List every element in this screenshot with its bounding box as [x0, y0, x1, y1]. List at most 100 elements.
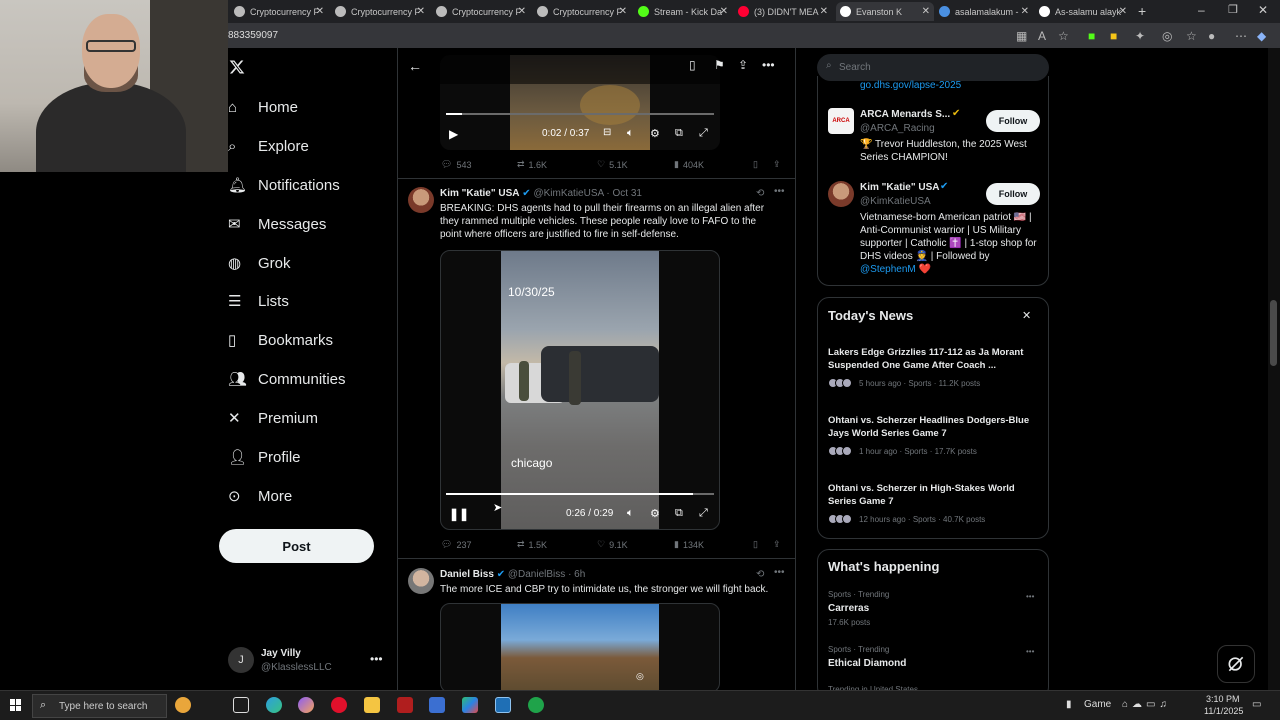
tweet2-like[interactable]: ♡ 9.1K — [597, 539, 628, 550]
follow-button-arca[interactable]: Follow — [986, 110, 1040, 132]
volume-icon[interactable]: 🔈︎ — [627, 507, 634, 520]
opera-icon[interactable] — [331, 697, 347, 713]
nav-item-notifications[interactable]: 🔔︎ Notifications — [228, 170, 340, 200]
read-aloud-icon[interactable]: A — [1038, 29, 1046, 43]
kimkatie-avatar[interactable] — [828, 181, 854, 207]
nav-item-grok[interactable]: ◍ Grok — [228, 248, 291, 278]
post-button[interactable]: Post — [219, 529, 374, 563]
captions-icon[interactable]: ⊟ — [603, 127, 611, 138]
nav-item-communities[interactable]: 👥︎ Communities — [228, 364, 346, 394]
favorites-icon[interactable]: ☆ — [1186, 29, 1197, 43]
taskbar-search-input[interactable]: Type here to search — [32, 694, 167, 718]
browser-tab[interactable]: (3) DIDN'T MEA ✕ — [734, 2, 832, 21]
tweet3-more-icon[interactable]: ••• — [774, 567, 785, 578]
report-flag-icon[interactable]: ⚑ — [714, 58, 725, 72]
video-settings-icon[interactable]: ⚙ — [650, 127, 660, 140]
fullscreen-icon[interactable]: ⤢ — [699, 127, 708, 140]
popout-icon[interactable]: ⧉ — [675, 507, 683, 520]
suggest2-bio-mention[interactable]: @StephenM — [860, 264, 916, 275]
tweet3-author[interactable]: Daniel Biss ✔ @DanielBiss · 6h — [440, 569, 585, 580]
grok-explain-icon[interactable]: ⟲ — [756, 569, 764, 580]
tweet3-handle[interactable]: @DanielBiss — [508, 569, 565, 580]
tray-date[interactable]: 11/1/2025 — [1204, 706, 1243, 716]
red-app-icon[interactable] — [397, 697, 413, 713]
pause-icon[interactable]: ❚❚ — [449, 507, 469, 521]
tray-icons[interactable]: ⌂☁▭♫ — [1122, 699, 1171, 710]
trend-more-icon[interactable]: ••• — [1026, 647, 1034, 656]
nav-item-more[interactable]: ⊙ More — [228, 481, 292, 511]
account-avatar[interactable]: J — [228, 647, 254, 673]
tweet2-name[interactable]: Kim "Katie" USA — [440, 188, 520, 199]
green-app-icon[interactable] — [528, 697, 544, 713]
close-tab-icon[interactable]: ✕ — [820, 6, 828, 17]
tweet1-views[interactable]: ▮ 404K — [674, 159, 704, 170]
back-arrow-icon[interactable]: ← — [408, 58, 422, 74]
header-more-icon[interactable]: ••• — [762, 58, 775, 72]
page-scrollbar[interactable] — [1268, 48, 1280, 690]
tweet3-media[interactable] — [440, 603, 720, 693]
x-logo-icon[interactable] — [229, 58, 245, 76]
account-more-icon[interactable]: ••• — [370, 652, 383, 666]
account-name[interactable]: Jay Villy — [261, 648, 301, 659]
extension-yellow-icon[interactable]: ■ — [1110, 29, 1117, 43]
news-title[interactable]: Ohtani vs. Scherzer in High-Stakes World… — [828, 482, 1033, 508]
browser-tab[interactable]: Stream - Kick Da ✕ — [634, 2, 732, 21]
close-tab-icon[interactable]: ✕ — [619, 6, 627, 17]
copilot-app-icon[interactable] — [298, 697, 314, 713]
video-settings-icon[interactable]: ⚙ — [650, 507, 660, 520]
suggest1-name[interactable]: ARCA Menards S... — [860, 109, 950, 120]
follow-button-kimkatie[interactable]: Follow — [986, 183, 1040, 205]
arca-avatar[interactable]: ARCA — [828, 108, 854, 134]
tweet1-like[interactable]: ♡ 5.1K — [597, 159, 628, 170]
file-explorer-icon[interactable] — [364, 697, 380, 713]
windows-start-icon[interactable] — [10, 699, 22, 711]
tweet2-progress-track[interactable] — [446, 493, 714, 495]
app-view-icon[interactable]: ▦ — [1016, 29, 1027, 43]
nav-item-premium[interactable]: ✕ Premium — [228, 403, 318, 433]
url-text[interactable]: 883359097 — [228, 30, 278, 41]
search-highlight-icon[interactable] — [175, 697, 191, 713]
blue-app-icon[interactable] — [429, 697, 445, 713]
tweet1-repost[interactable]: ⇄ 1.6K — [517, 159, 547, 170]
volume-icon[interactable]: 🔈︎ — [627, 127, 634, 140]
tweet1-reply[interactable]: 💬︎ 543 — [441, 159, 471, 170]
grok-explain-icon[interactable]: ⟲ — [756, 188, 764, 199]
browser-tab[interactable]: Cryptocurrency F ✕ — [230, 2, 328, 21]
nav-item-explore[interactable]: ⌕ Explore — [228, 131, 309, 161]
tweet2-reply[interactable]: 💬︎ 237 — [441, 539, 471, 550]
edge-icon[interactable] — [266, 697, 282, 713]
tweet2-share-icon[interactable]: ⇪ — [773, 539, 781, 550]
close-tab-icon[interactable]: ✕ — [922, 6, 930, 17]
close-tab-icon[interactable]: ✕ — [1021, 6, 1029, 17]
link-cut-text[interactable]: go.dhs.gov/lapse-2025 — [860, 80, 961, 91]
tweet2-bookmark-icon[interactable]: ▯ — [753, 539, 758, 550]
bookmark-header-icon[interactable]: ▯ — [689, 58, 696, 72]
browser-tab[interactable]: Evanston K ✕ — [836, 2, 934, 21]
collections-icon[interactable]: ◎ — [1162, 29, 1172, 43]
grok-chat-button[interactable] — [1217, 645, 1255, 683]
tweet3-date[interactable]: · 6h — [568, 569, 585, 580]
browser-tab[interactable]: asalamalakum - ✕ — [935, 2, 1033, 21]
tray-time[interactable]: 3:10 PM — [1206, 694, 1240, 704]
tweet3-avatar[interactable] — [408, 568, 434, 594]
browser-tab[interactable]: As-salamu alayk ✕ — [1035, 2, 1131, 21]
tweet2-avatar[interactable] — [408, 187, 434, 213]
tweet2-date[interactable]: · Oct 31 — [606, 188, 642, 199]
extensions-icon[interactable]: ✦ — [1135, 29, 1145, 43]
suggest2-name[interactable]: Kim "Katie" USA — [860, 182, 940, 193]
close-window-button[interactable]: ✕ — [1258, 3, 1268, 17]
nav-item-home[interactable]: ⌂ Home — [228, 92, 298, 122]
new-tab-button[interactable]: + — [1138, 3, 1146, 19]
nav-item-bookmarks[interactable]: ▯ Bookmarks — [228, 325, 333, 355]
tweet2-handle[interactable]: @KimKatieUSA — [533, 188, 603, 199]
profile-avatar-icon[interactable]: ● — [1208, 29, 1215, 43]
maximize-button[interactable]: ❐ — [1228, 3, 1238, 16]
tray-device-icon[interactable]: ▮ — [1066, 699, 1072, 710]
nav-item-messages[interactable]: ✉ Messages — [228, 209, 326, 239]
tweet1-share-icon[interactable]: ⇪ — [773, 159, 781, 170]
trend-name[interactable]: Carreras — [828, 603, 869, 614]
popout-icon[interactable]: ⧉ — [675, 127, 683, 140]
tweet2-video[interactable] — [440, 250, 720, 530]
close-tab-icon[interactable]: ✕ — [720, 6, 728, 17]
tweet1-bookmark-icon[interactable]: ▯ — [753, 159, 758, 170]
